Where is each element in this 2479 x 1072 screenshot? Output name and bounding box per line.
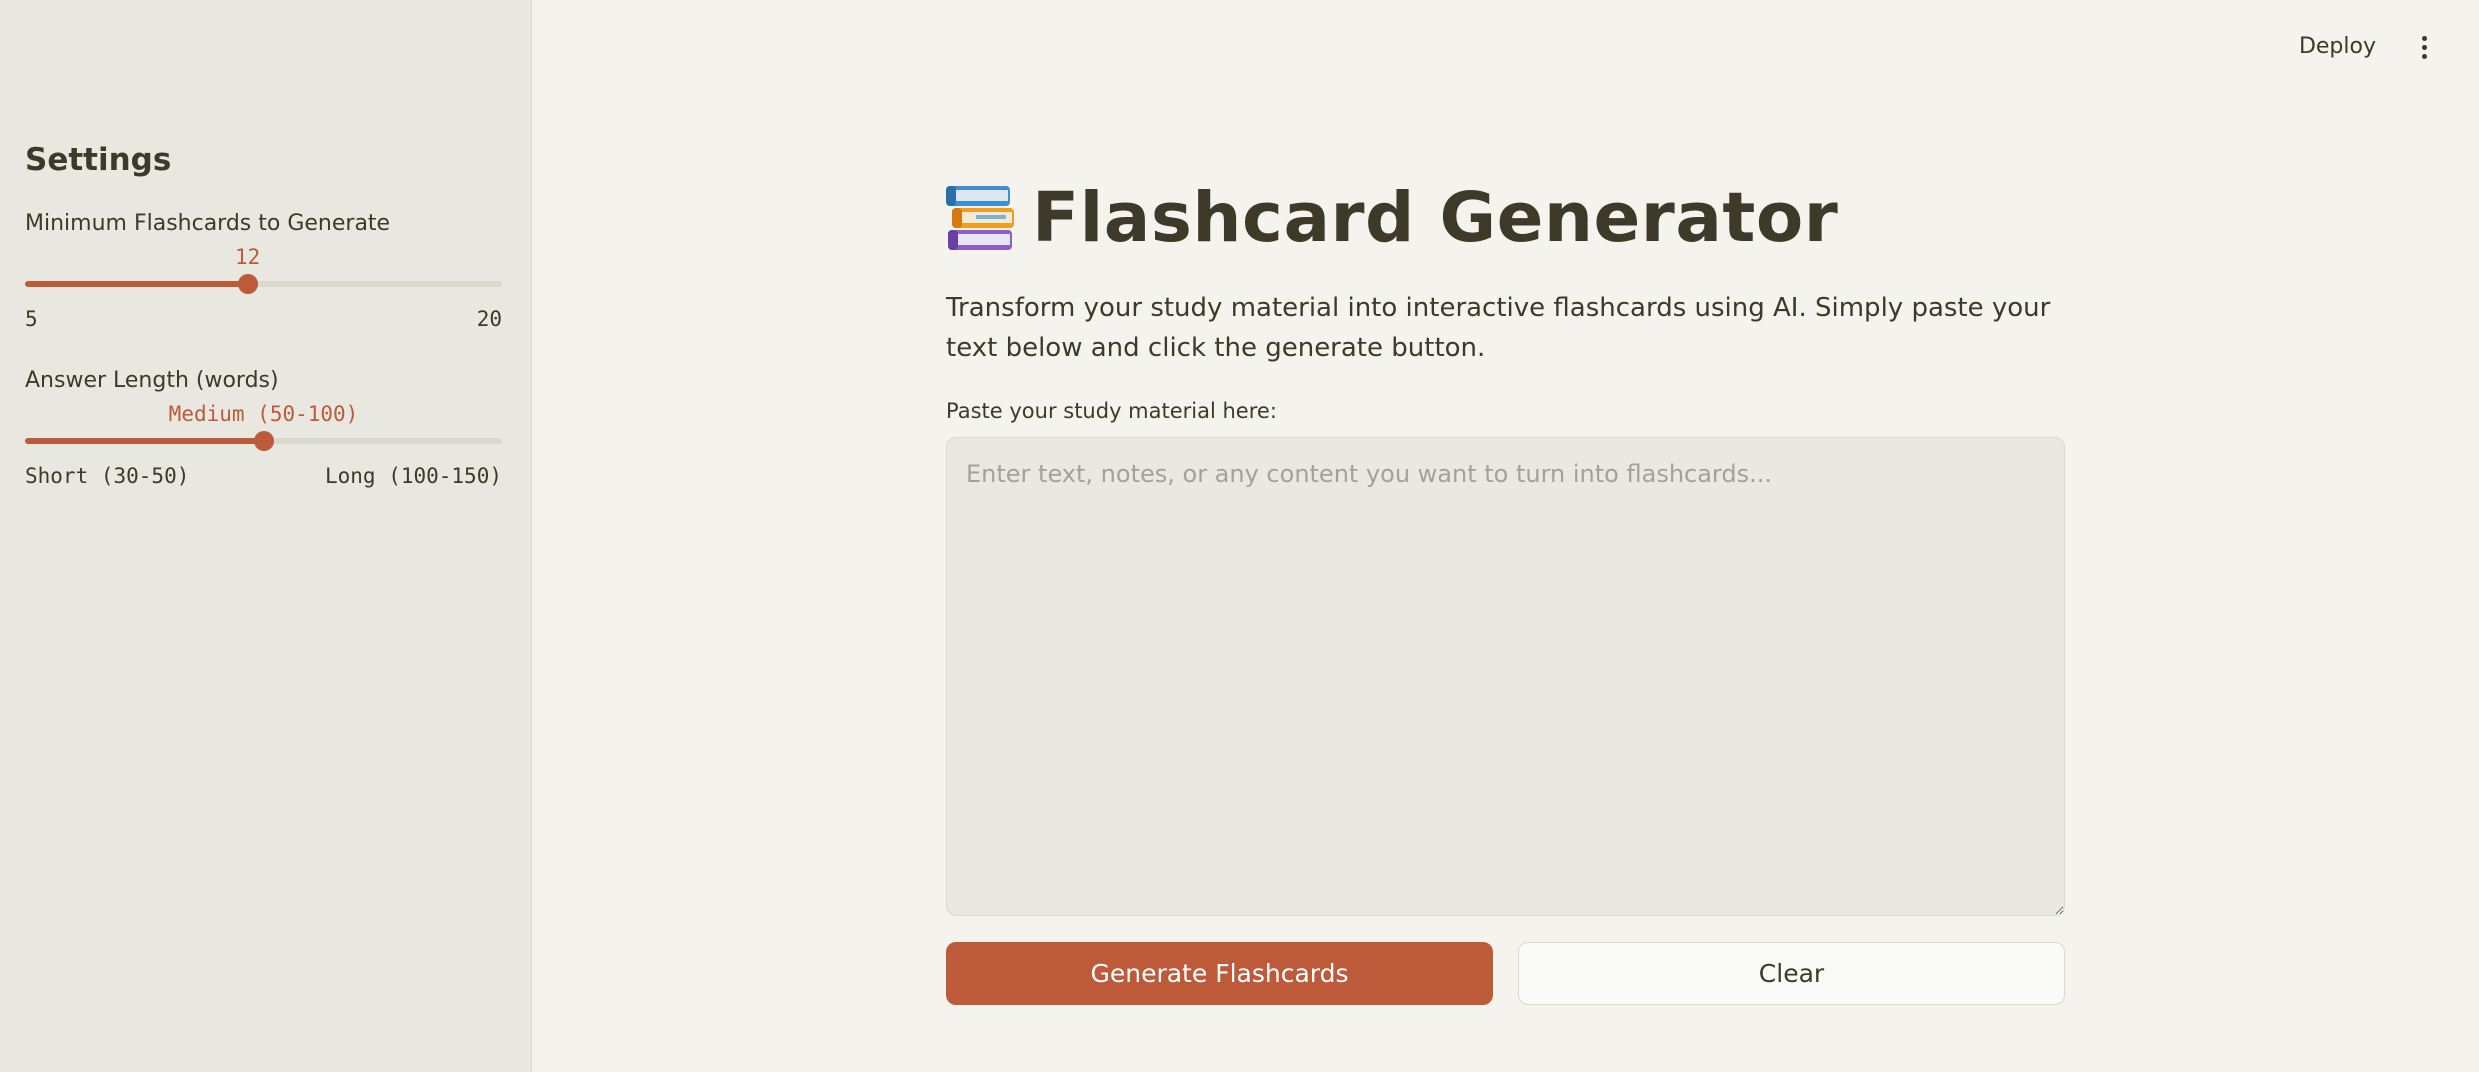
study-material-label: Paste your study material here:	[946, 399, 1277, 423]
slider-fill	[25, 438, 264, 444]
slider-fill	[25, 281, 248, 287]
sidebar-title: Settings	[25, 142, 172, 178]
slider-min-label: Short (30-50)	[25, 464, 190, 488]
more-vert-icon[interactable]	[2420, 36, 2428, 62]
answer-length-slider[interactable]	[25, 431, 502, 451]
page-title: Flashcard Generator	[1032, 178, 1839, 258]
deploy-button[interactable]: Deploy	[2299, 34, 2376, 59]
app-root: Settings Minimum Flashcards to Generate …	[0, 0, 2479, 1072]
slider-max-label: 20	[476, 307, 502, 331]
sidebar: Settings Minimum Flashcards to Generate …	[0, 0, 532, 1072]
min-flashcards-value: 12	[234, 245, 261, 269]
min-flashcards-slider[interactable]	[25, 274, 502, 294]
clear-button[interactable]: Clear	[1518, 942, 2065, 1005]
slider-max-label: Long (100-150)	[324, 464, 502, 488]
books-icon	[946, 186, 1014, 250]
slider-min-label: 5	[25, 307, 38, 331]
title-row: Flashcard Generator	[946, 178, 1838, 258]
slider-thumb[interactable]	[237, 274, 258, 294]
answer-length-label: Answer Length (words)	[25, 368, 279, 393]
generate-flashcards-button[interactable]: Generate Flashcards	[946, 942, 1493, 1005]
slider-thumb[interactable]	[253, 431, 274, 451]
study-material-input[interactable]	[946, 437, 2065, 916]
min-flashcards-label: Minimum Flashcards to Generate	[25, 211, 391, 236]
answer-length-value: Medium (50-100)	[168, 402, 359, 426]
page-description: Transform your study material into inter…	[946, 293, 2051, 363]
